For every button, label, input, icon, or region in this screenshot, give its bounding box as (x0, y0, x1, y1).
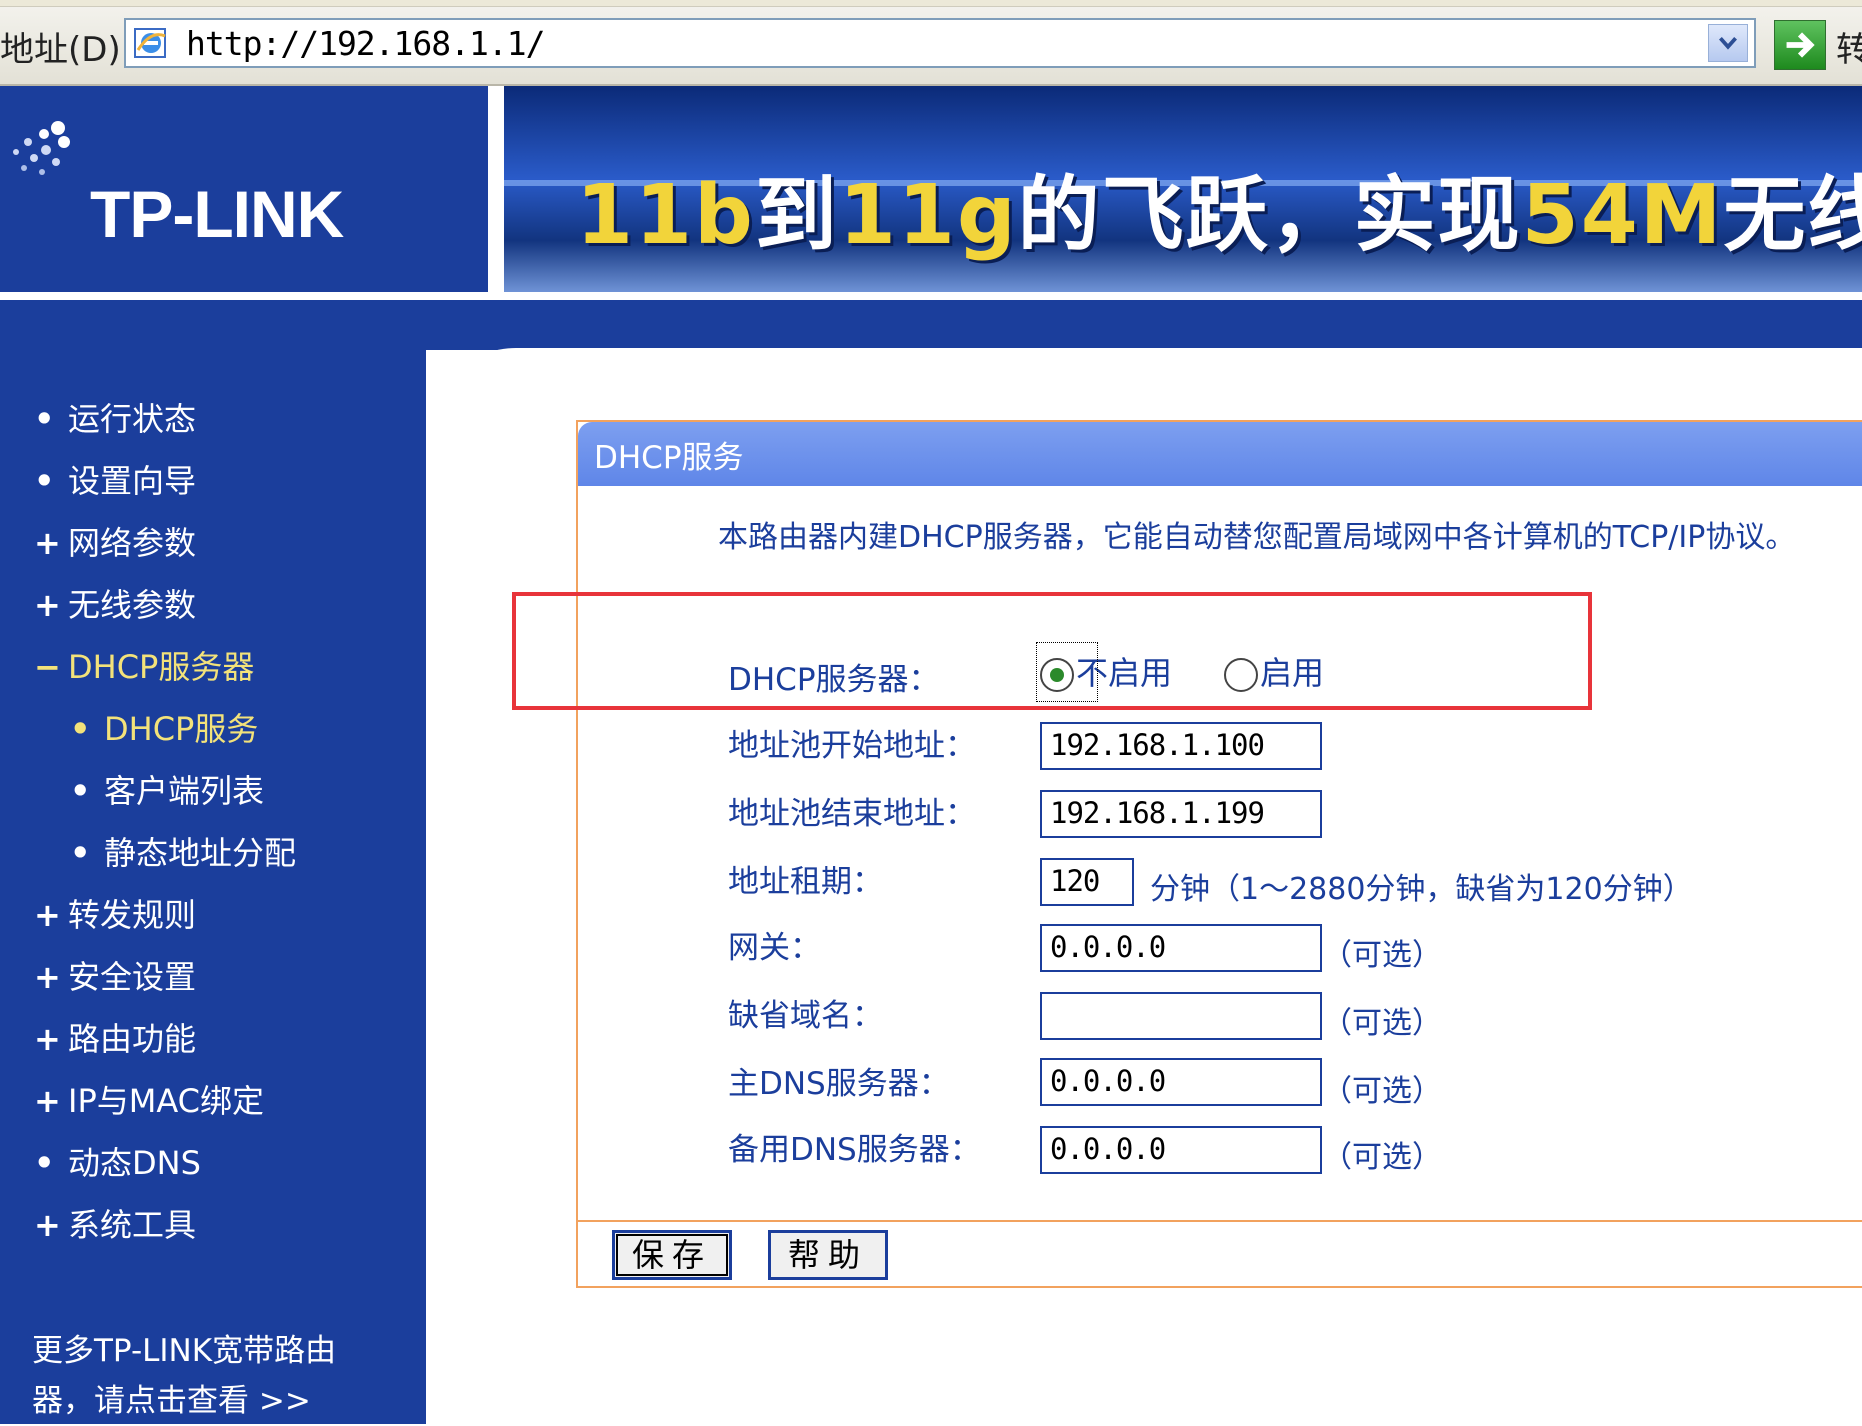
optional-note: （可选） (1322, 1074, 1442, 1109)
sidebar-item-status[interactable]: • 运行状态 (34, 396, 196, 442)
radio-disable[interactable]: 不启用 (1036, 642, 1172, 702)
sidebar-item-system-tools[interactable]: + 系统工具 (34, 1202, 196, 1248)
sidebar-item-dhcp-server[interactable]: − DHCP服务器 (34, 644, 254, 690)
domain-input[interactable] (1040, 992, 1322, 1040)
panel-description: 本路由器内建DHCP服务器，它能自动替您配置局域网中各计算机的TCP/IP协议。 (718, 520, 1796, 555)
slogan-text: 11b到11g的飞跃，实现54M无线高 (576, 148, 1862, 267)
save-button[interactable]: 保存 (612, 1230, 732, 1280)
optional-note: （可选） (1322, 938, 1442, 973)
sidebar-item-label: 运行状态 (68, 400, 197, 438)
dhcp-panel: DHCP服务 本路由器内建DHCP服务器，它能自动替您配置局域网中各计算机的TC… (576, 420, 1862, 1288)
sidebar-item-static-address[interactable]: • 静态地址分配 (70, 830, 296, 876)
sidebar-item-label: 路由功能 (68, 1020, 197, 1058)
bullet-icon: • (70, 772, 91, 810)
sidebar-item-label: IP与MAC绑定 (68, 1082, 265, 1120)
sidebar-item-dhcp-service[interactable]: • DHCP服务 (70, 706, 258, 752)
expand-plus-icon: + (34, 1082, 61, 1120)
sidebar-item-label: 设置向导 (68, 462, 197, 500)
gateway-input[interactable]: 0.0.0.0 (1040, 924, 1322, 972)
internet-explorer-icon (134, 28, 166, 58)
sidebar-item-label: 安全设置 (68, 958, 197, 996)
bullet-icon: • (34, 1144, 55, 1182)
bullet-icon: • (70, 834, 91, 872)
sidebar-item-label: 转发规则 (68, 896, 197, 934)
expand-plus-icon: + (34, 958, 61, 996)
collapse-minus-icon: − (34, 648, 61, 686)
secondary-dns-input[interactable]: 0.0.0.0 (1040, 1126, 1322, 1174)
bullet-icon: • (34, 400, 55, 438)
sidebar-item-label: 静态地址分配 (104, 834, 297, 872)
radio-enable[interactable]: 启用 (1224, 648, 1324, 694)
optional-note: （可选） (1322, 1006, 1442, 1041)
bullet-icon: • (70, 710, 91, 748)
arrow-right-icon (1786, 32, 1815, 58)
expand-plus-icon: + (34, 586, 61, 624)
radio-unselected-icon[interactable] (1224, 658, 1258, 692)
sidebar-item-wireless[interactable]: + 无线参数 (34, 582, 196, 628)
slogan-part: 到 (754, 168, 839, 263)
domain-label: 缺省域名： (728, 998, 883, 1034)
sidebar-item-routing[interactable]: + 路由功能 (34, 1016, 196, 1062)
radio-enable-label: 启用 (1260, 654, 1325, 692)
slogan-part: 54M (1521, 168, 1724, 263)
pool-end-label: 地址池结束地址： (728, 796, 976, 832)
pool-end-input[interactable]: 192.168.1.199 (1040, 790, 1322, 838)
go-label: 转 (1836, 30, 1862, 70)
expand-plus-icon: + (34, 896, 61, 934)
pool-start-input[interactable]: 192.168.1.100 (1040, 722, 1322, 770)
panel-title: DHCP服务 (594, 440, 744, 476)
slogan-part: 11g (838, 168, 1018, 263)
address-label: 地址(D) (0, 30, 121, 70)
lease-note: 分钟（1～2880分钟，缺省为120分钟） (1150, 872, 1693, 907)
sidebar-item-label: 网络参数 (68, 524, 197, 562)
help-button[interactable]: 帮助 (768, 1230, 888, 1280)
panel-header: DHCP服务 (578, 422, 1862, 486)
dhcp-server-label: DHCP服务器： (728, 662, 940, 698)
sidebar-item-ip-mac-binding[interactable]: + IP与MAC绑定 (34, 1078, 264, 1124)
slogan-part: 无线高 (1723, 168, 1862, 263)
sidebar-item-client-list[interactable]: • 客户端列表 (70, 768, 264, 814)
optional-note: （可选） (1322, 1140, 1442, 1175)
url-field[interactable]: http://192.168.1.1/ (124, 18, 1756, 68)
sidebar-item-setup-wizard[interactable]: • 设置向导 (34, 458, 196, 504)
chevron-down-icon (1719, 37, 1737, 50)
more-products-link[interactable]: 更多TP-LINK宽带路由器，请点击查看 >> (32, 1326, 372, 1426)
url-dropdown-button[interactable] (1708, 24, 1748, 62)
address-bar: 地址(D) http://192.168.1.1/ 转 (0, 0, 1862, 86)
gateway-label: 网关： (728, 930, 821, 966)
sidebar-item-label: DHCP服务器 (68, 648, 255, 686)
logo-area: TP-LINK (0, 86, 488, 292)
expand-plus-icon: + (34, 1206, 61, 1244)
primary-dns-input[interactable]: 0.0.0.0 (1040, 1058, 1322, 1106)
panel-divider (578, 1220, 1862, 1222)
bullet-icon: • (34, 462, 55, 500)
lease-label: 地址租期： (728, 864, 883, 900)
sidebar-item-dynamic-dns[interactable]: • 动态DNS (34, 1140, 201, 1186)
sidebar-item-label: DHCP服务 (104, 710, 259, 748)
sidebar-item-label: 动态DNS (68, 1144, 201, 1182)
pool-start-label: 地址池开始地址： (728, 728, 976, 764)
secondary-dns-label: 备用DNS服务器： (728, 1132, 981, 1168)
expand-plus-icon: + (34, 524, 61, 562)
sidebar-item-network[interactable]: + 网络参数 (34, 520, 196, 566)
logo-dots-icon (13, 121, 70, 175)
lease-input[interactable]: 120 (1040, 858, 1134, 906)
header-banner: TP-LINK 11b到11g的飞跃，实现54M无线高 (0, 86, 1862, 300)
radio-selected-icon[interactable] (1040, 658, 1074, 692)
sidebar-item-security[interactable]: + 安全设置 (34, 954, 196, 1000)
sidebar-item-label: 客户端列表 (104, 772, 265, 810)
browser-toolbar-edge (0, 0, 1862, 7)
primary-dns-label: 主DNS服务器： (728, 1066, 950, 1102)
tp-link-logo: TP-LINK (90, 177, 344, 251)
slogan-part: 11b (576, 168, 755, 263)
go-button[interactable] (1774, 20, 1826, 70)
expand-plus-icon: + (34, 1020, 61, 1058)
url-text: http://192.168.1.1/ (186, 24, 545, 63)
sidebar-item-label: 无线参数 (68, 586, 197, 624)
sidebar-item-forwarding[interactable]: + 转发规则 (34, 892, 196, 938)
slogan-banner: 11b到11g的飞跃，实现54M无线高 (504, 86, 1862, 292)
sidebar-item-label: 系统工具 (68, 1206, 197, 1244)
slogan-part: 的飞跃，实现 (1017, 168, 1522, 263)
